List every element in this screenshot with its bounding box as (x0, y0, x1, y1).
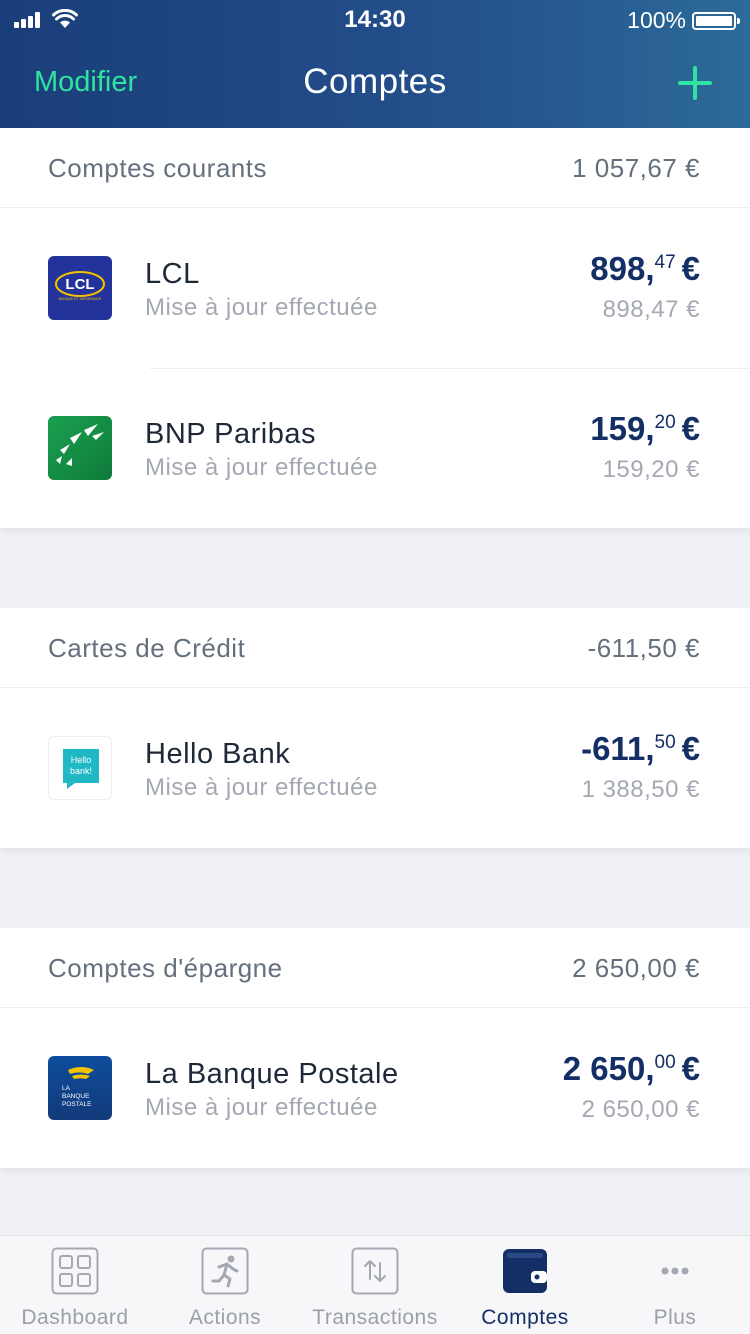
tab-dashboard[interactable]: Dashboard (0, 1236, 150, 1334)
account-balance: 2 650,00 € (562, 1050, 700, 1087)
account-row-bnp-paribas[interactable]: BNP Paribas Mise à jour effectuée 159,20… (0, 368, 750, 528)
plus-icon[interactable] (678, 66, 712, 100)
account-balance-sub: 2 650,00 € (581, 1096, 700, 1123)
section-total: 1 057,67 € (572, 153, 700, 183)
lcl-logo-text: LCL (65, 276, 94, 293)
dashboard-grid-icon (51, 1247, 99, 1295)
lcl-logo-icon: LCL BANQUE ET ASSURANCE (48, 256, 112, 320)
lbp-logo-text-3: POSTALE (62, 1101, 92, 1108)
tab-label: Actions (188, 1306, 262, 1329)
account-name: Hello Bank (145, 738, 291, 770)
svg-text:Hello: Hello (71, 755, 92, 765)
account-name: La Banque Postale (145, 1058, 399, 1090)
battery-icon (692, 12, 740, 30)
tab-label: Transactions (312, 1306, 438, 1329)
tab-label: Dashboard (21, 1306, 129, 1329)
account-status: Mise à jour effectuée (145, 774, 378, 801)
tab-plus[interactable]: Plus (600, 1236, 750, 1334)
account-balance: -611,50 € (581, 730, 700, 767)
more-dots-icon (661, 1267, 689, 1275)
account-row-hello-bank[interactable]: Hello bank! Hello Bank Mise à jour effec… (0, 688, 750, 848)
section-comptes-epargne: Comptes d'épargne 2 650,00 € LA BANQUE P… (0, 928, 750, 1168)
section-total: -611,50 € (587, 633, 700, 663)
account-balance: 159,20 € (590, 410, 700, 447)
tab-comptes[interactable]: Comptes (450, 1236, 600, 1334)
account-row-la-banque-postale[interactable]: LA BANQUE POSTALE La Banque Postale Mise… (0, 1008, 750, 1168)
tab-actions[interactable]: Actions (150, 1236, 300, 1334)
section-title: Comptes d'épargne (48, 953, 283, 983)
account-balance-sub: 1 388,50 € (581, 776, 700, 803)
tab-label: Plus (653, 1306, 697, 1329)
transfer-arrows-icon (351, 1247, 399, 1295)
tab-bar: Dashboard Actions Transactions Comptes P… (0, 1235, 750, 1334)
account-name: BNP Paribas (145, 418, 316, 450)
account-status: Mise à jour effectuée (145, 1094, 378, 1121)
account-status: Mise à jour effectuée (145, 454, 378, 481)
account-status: Mise à jour effectuée (145, 294, 378, 321)
section-cartes-de-credit: Cartes de Crédit -611,50 € Hello bank! H… (0, 608, 750, 848)
section-header: Cartes de Crédit -611,50 € (0, 608, 750, 688)
account-name: LCL (145, 258, 200, 290)
tab-label: Comptes (481, 1306, 569, 1329)
section-header: Comptes courants 1 057,67 € (0, 128, 750, 208)
account-balance-sub: 159,20 € (602, 456, 700, 483)
status-bar: 14:30 100% (0, 0, 750, 40)
lbp-logo-text-2: BANQUE (62, 1093, 90, 1100)
battery-percent: 100% (627, 7, 686, 33)
section-header: Comptes d'épargne 2 650,00 € (0, 928, 750, 1008)
section-total: 2 650,00 € (572, 953, 700, 983)
running-person-icon (201, 1247, 249, 1295)
wallet-icon (503, 1249, 547, 1293)
account-balance-sub: 898,47 € (602, 296, 700, 323)
svg-text:bank!: bank! (70, 766, 92, 776)
tab-transactions[interactable]: Transactions (300, 1236, 450, 1334)
account-balance: 898,47 € (590, 250, 700, 287)
la-banque-postale-logo-icon: LA BANQUE POSTALE (48, 1056, 112, 1120)
section-title: Comptes courants (48, 153, 267, 183)
section-comptes-courants: Comptes courants 1 057,67 € LCL BANQUE E… (0, 128, 750, 528)
modifier-button[interactable]: Modifier (34, 66, 137, 99)
account-row-lcl[interactable]: LCL BANQUE ET ASSURANCE LCL Mise à jour … (0, 208, 750, 368)
section-title: Cartes de Crédit (48, 633, 246, 663)
lbp-logo-text-1: LA (62, 1085, 71, 1092)
hello-bank-logo-icon: Hello bank! (48, 736, 112, 800)
lcl-logo-subtext: BANQUE ET ASSURANCE (59, 297, 102, 301)
bnp-paribas-logo-icon (48, 416, 112, 480)
